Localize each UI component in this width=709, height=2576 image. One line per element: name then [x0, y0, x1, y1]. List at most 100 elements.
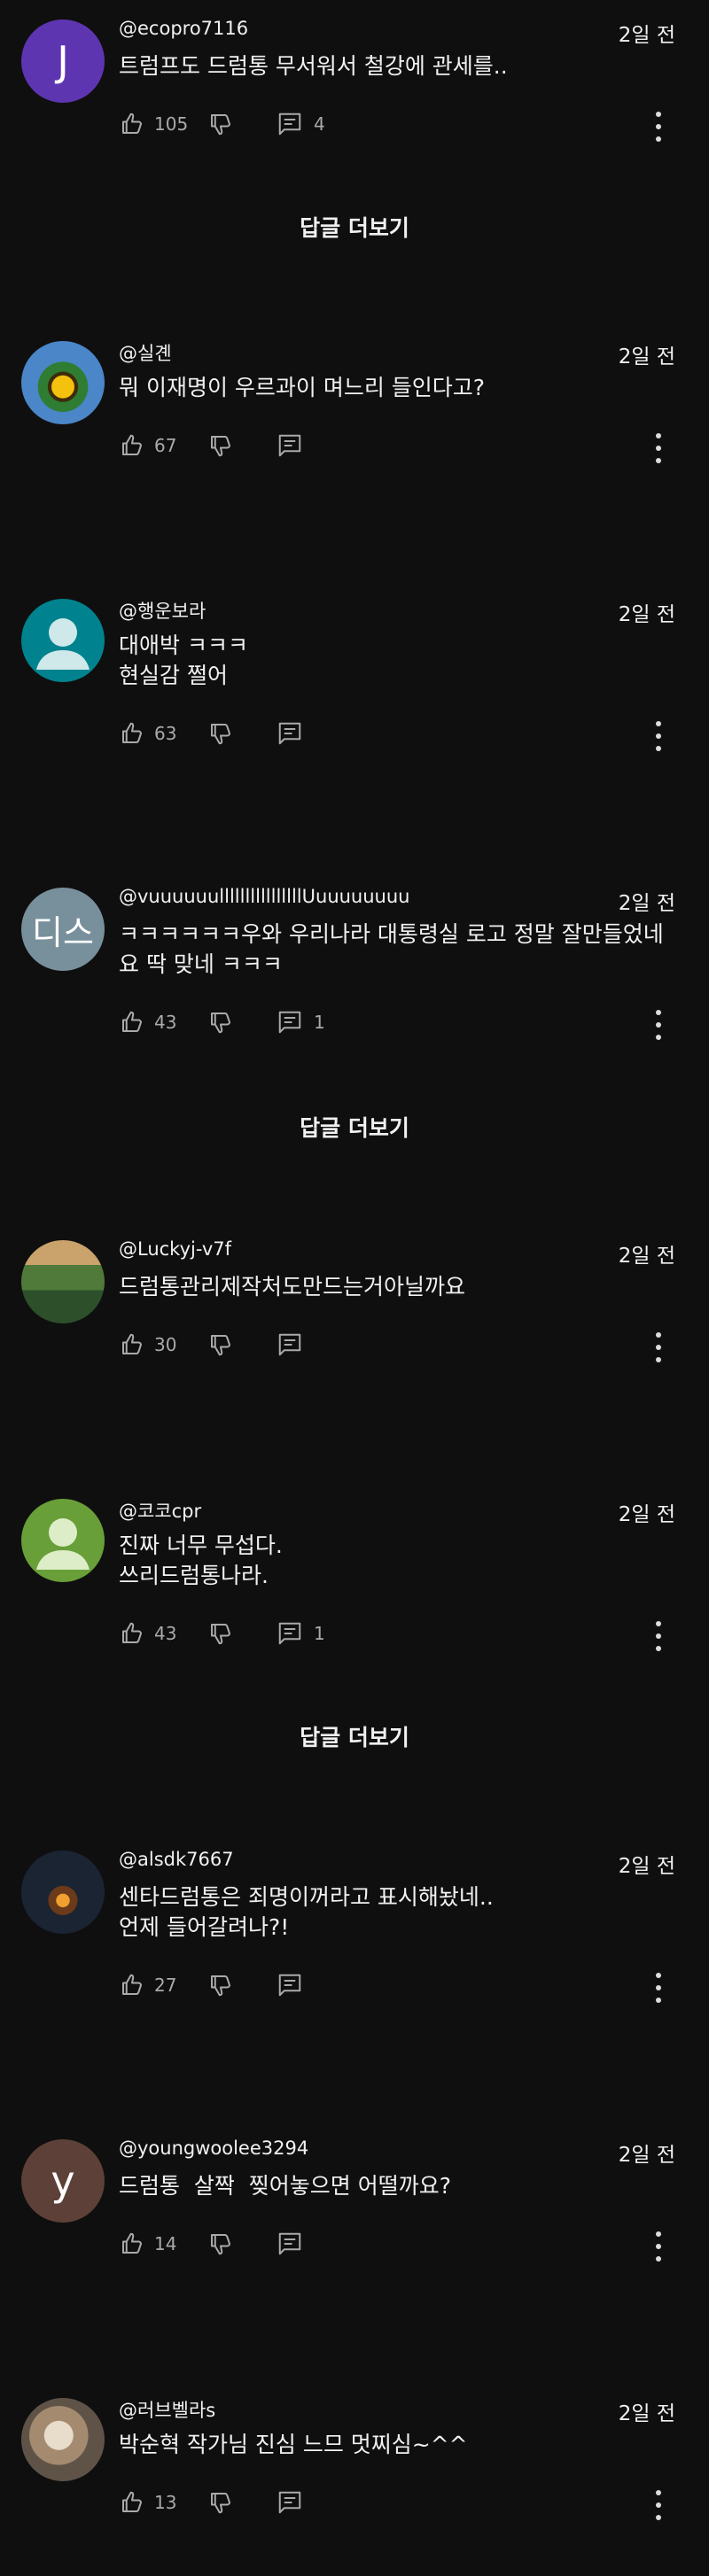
comment-text: 드럼통관리제작처도만드는거아닐까요	[119, 1274, 466, 1300]
avatar[interactable]	[21, 599, 105, 682]
like-button[interactable]: 105	[119, 111, 199, 137]
dot	[656, 136, 661, 142]
dislike-button[interactable]	[207, 1009, 234, 1036]
comment-actions: 43 1	[119, 1619, 325, 1648]
avatar-letter: 디스	[32, 912, 94, 952]
thumbs-down-icon	[211, 114, 230, 136]
avatar[interactable]	[21, 2398, 105, 2481]
comment-actions: 27	[119, 1971, 314, 1999]
thumbs-up-icon	[122, 434, 142, 455]
like-count: 43	[154, 1623, 177, 1644]
like-button[interactable]: 14	[119, 2231, 199, 2257]
comment-time[interactable]: 2일 전	[619, 886, 675, 916]
reply-button[interactable]: 4	[277, 111, 325, 137]
comment-author[interactable]: @ecopro7116	[119, 18, 248, 39]
dot	[656, 2490, 661, 2495]
more-options-button[interactable]	[654, 1332, 663, 1362]
avatar[interactable]	[21, 341, 105, 424]
avatar[interactable]: J	[21, 19, 105, 103]
comment-author[interactable]: @alsdk7667	[119, 1849, 234, 1870]
dot	[656, 1985, 661, 1990]
more-replies-button[interactable]: 답글 더보기	[0, 1720, 709, 1752]
more-options-button[interactable]	[654, 433, 663, 463]
more-replies-button[interactable]: 답글 더보기	[0, 211, 709, 243]
reply-button[interactable]	[277, 2231, 314, 2257]
avatar[interactable]	[21, 1851, 105, 1934]
comment-time[interactable]: 2일 전	[619, 2138, 675, 2168]
comment-author[interactable]: @행운보라	[119, 597, 206, 624]
comment-author[interactable]: @youngwoolee3294	[119, 2138, 308, 2159]
reply-count: 1	[314, 1623, 325, 1644]
more-options-button[interactable]	[654, 1973, 663, 2003]
reply-button[interactable]	[277, 720, 314, 747]
more-options-button[interactable]	[654, 112, 663, 142]
avatar[interactable]	[21, 1240, 105, 1323]
more-options-button[interactable]	[654, 2231, 663, 2262]
dot	[656, 1973, 661, 1978]
like-button[interactable]: 27	[119, 1972, 199, 1998]
person-icon	[36, 1518, 90, 1570]
reply-button[interactable]	[277, 1972, 314, 1998]
comment-icon	[278, 113, 301, 136]
comment-author[interactable]: @Luckyj-v7f	[119, 1238, 231, 1260]
comment-text: 대애박 ㅋㅋㅋ 현실감 쩔어	[119, 632, 248, 688]
more-options-button[interactable]	[654, 2490, 663, 2520]
reply-button[interactable]: 1	[277, 1620, 325, 1647]
more-replies-button[interactable]: 답글 더보기	[0, 1111, 709, 1143]
avatar[interactable]	[21, 1499, 105, 1582]
like-count: 67	[154, 435, 177, 456]
comment-actions: 63	[119, 719, 314, 748]
like-count: 105	[154, 113, 189, 135]
dislike-button[interactable]	[207, 1331, 234, 1358]
dot	[656, 458, 661, 463]
avatar[interactable]: 디스	[21, 888, 105, 971]
thumbs-down-icon	[211, 2493, 230, 2514]
like-button[interactable]: 30	[119, 1331, 199, 1358]
comment-time[interactable]: 2일 전	[619, 339, 675, 369]
dislike-button[interactable]	[207, 111, 234, 137]
dot	[656, 2256, 661, 2262]
comment-time[interactable]: 2일 전	[619, 1497, 675, 1527]
comment-time[interactable]: 2일 전	[619, 1238, 675, 1269]
thumbs-down-icon	[211, 724, 230, 745]
dot	[656, 124, 661, 129]
comment-icon	[278, 1622, 301, 1645]
comment-author[interactable]: @코코cpr	[119, 1497, 201, 1524]
like-button[interactable]: 43	[119, 1009, 199, 1036]
more-options-button[interactable]	[654, 1010, 663, 1040]
dislike-button[interactable]	[207, 1972, 234, 1998]
comment-time[interactable]: 2일 전	[619, 1849, 675, 1879]
comment-time[interactable]: 2일 전	[619, 18, 675, 48]
more-options-button[interactable]	[654, 1621, 663, 1651]
like-button[interactable]: 13	[119, 2489, 199, 2516]
dislike-button[interactable]	[207, 432, 234, 459]
like-button[interactable]: 67	[119, 432, 199, 459]
like-count: 27	[154, 1975, 177, 1996]
reply-button[interactable]	[277, 2489, 314, 2516]
dot	[656, 1646, 661, 1651]
comment-author[interactable]: @러브벨라s	[119, 2396, 215, 2423]
reply-button[interactable]: 1	[277, 1009, 325, 1036]
comment-icon	[278, 722, 301, 745]
comment-time[interactable]: 2일 전	[619, 597, 675, 627]
dot	[656, 1332, 661, 1338]
dislike-button[interactable]	[207, 1620, 234, 1647]
reply-button[interactable]	[277, 432, 314, 459]
like-button[interactable]: 43	[119, 1620, 199, 1647]
reply-button[interactable]	[277, 1331, 314, 1358]
dot	[656, 2515, 661, 2520]
dislike-button[interactable]	[207, 720, 234, 747]
comment-author[interactable]: @vuuuuuullllllllllllllllUuuuuuuuu	[119, 886, 409, 907]
like-button[interactable]: 63	[119, 720, 199, 747]
dot	[656, 1621, 661, 1626]
comment-icon	[278, 2232, 301, 2255]
comment-author[interactable]: @실곈	[119, 339, 172, 366]
avatar[interactable]: y	[21, 2139, 105, 2223]
dislike-button[interactable]	[207, 2489, 234, 2516]
more-options-button[interactable]	[654, 721, 663, 751]
thumbs-down-icon	[211, 436, 230, 457]
dislike-button[interactable]	[207, 2231, 234, 2257]
avatar-letter: y	[51, 2157, 75, 2205]
comment-time[interactable]: 2일 전	[619, 2396, 675, 2426]
comment-text: ㅋㅋㅋㅋㅋㅋ우와 우리나라 대통령실 로고 정말 잘만들었네요 딱 맞네 ㅋㅋㅋ	[119, 921, 664, 977]
